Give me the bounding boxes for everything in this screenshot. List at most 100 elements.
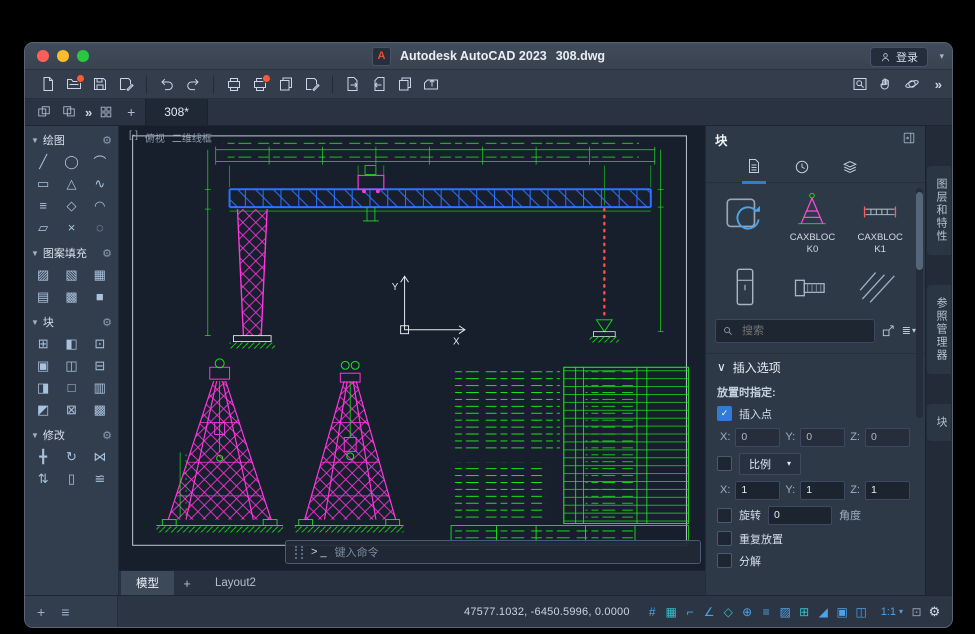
palette-tab-reference-manager[interactable]: 参照管理器 — [927, 285, 951, 374]
tool-boundary[interactable]: ▦ — [86, 264, 114, 285]
publish-button[interactable] — [392, 72, 418, 96]
viewport-controls[interactable]: [-] 俯视 二维线框 — [129, 130, 212, 145]
tool-region[interactable]: ▱ — [29, 217, 57, 238]
layout2-tab[interactable]: Layout2 — [200, 571, 271, 595]
tool-attribute-define[interactable]: □ — [57, 377, 85, 398]
login-button[interactable]: 登录 — [870, 47, 928, 67]
tool-block-editor[interactable]: ⊡ — [86, 333, 114, 354]
open-file-button[interactable] — [61, 72, 87, 96]
save-button[interactable] — [87, 72, 113, 96]
scale-y-field[interactable] — [800, 481, 845, 500]
view-options-icon[interactable]: ≣▾ — [902, 324, 916, 337]
tool-offset[interactable]: ▯ — [57, 468, 85, 489]
new-drawing-tab-button[interactable]: + — [120, 101, 142, 123]
block-item[interactable]: CAXBLOC K1 — [847, 191, 913, 256]
annotation-visibility-toggle[interactable]: ◫ — [853, 605, 870, 619]
polar-tracking-toggle[interactable]: ∠ — [701, 605, 718, 619]
isometric-toggle[interactable]: ◇ — [720, 605, 737, 619]
scale-dropdown[interactable]: 比例 ▾ — [739, 453, 801, 475]
tool-circle[interactable]: ◯ — [57, 151, 85, 172]
tool-attribute-manage[interactable]: ▥ — [86, 377, 114, 398]
command-line-grip[interactable] — [295, 546, 303, 559]
tool-create-block[interactable]: ◧ — [57, 333, 85, 354]
redo-button[interactable] — [180, 72, 206, 96]
find-button[interactable] — [847, 72, 873, 96]
insertion-point-checkbox[interactable]: ✓ — [717, 406, 732, 421]
tool-ellipse[interactable]: ◠ — [86, 195, 114, 216]
block-item[interactable] — [712, 264, 778, 312]
tool-hatch[interactable]: ▨ — [29, 264, 57, 285]
tool-gradient[interactable]: ▧ — [57, 264, 85, 285]
scale-x-field[interactable] — [735, 481, 780, 500]
gear-icon[interactable]: ⚙ — [102, 134, 112, 147]
tool-solid-fill[interactable]: ■ — [86, 286, 114, 307]
tool-pattern[interactable]: ▤ — [29, 286, 57, 307]
tool-crosshatch[interactable]: ▩ — [57, 286, 85, 307]
tool-base-point[interactable]: ◫ — [57, 355, 85, 376]
tool-mirror[interactable]: ⋈ — [86, 446, 114, 467]
viewport-config-icon[interactable] — [33, 101, 55, 123]
tool-arc[interactable]: ⌒ — [86, 151, 114, 172]
tool-attach-xref[interactable]: ⊟ — [86, 355, 114, 376]
draw-section-header[interactable]: ▼ 绘图 ⚙ — [25, 128, 118, 150]
tool-line[interactable]: ╱ — [29, 151, 57, 172]
model-space-canvas[interactable]: Y X — [119, 126, 705, 570]
drawing-file-tab[interactable]: 308* — [145, 99, 208, 125]
gear-icon[interactable]: ⚙ — [102, 247, 112, 260]
ortho-toggle[interactable]: ⌐ — [682, 605, 699, 619]
explode-checkbox[interactable] — [717, 553, 732, 568]
insertion-x-field[interactable] — [735, 428, 780, 447]
tool-spline[interactable]: ∿ — [86, 173, 114, 194]
tool-write-block[interactable]: ▣ — [29, 355, 57, 376]
insertion-y-field[interactable] — [800, 428, 845, 447]
rotation-checkbox[interactable] — [717, 508, 732, 523]
snap-toggle[interactable]: ▦ — [663, 605, 680, 619]
dynamic-ucs-toggle[interactable]: ◢ — [815, 605, 832, 619]
object-snap-toggle[interactable]: ⊕ — [739, 605, 756, 619]
plot-button[interactable] — [247, 72, 273, 96]
hatch-section-header[interactable]: ▼ 图案填充 ⚙ — [25, 241, 118, 263]
dynamic-input-toggle[interactable]: ▣ — [834, 605, 851, 619]
new-file-button[interactable] — [35, 72, 61, 96]
block-item[interactable]: CAXBLOC K0 — [780, 191, 846, 256]
viewport-style-control[interactable]: 二维线框 — [172, 130, 212, 145]
search-input[interactable] — [740, 324, 868, 338]
insertion-z-field[interactable] — [865, 428, 910, 447]
isolate-objects-button[interactable]: ⊡ — [908, 605, 925, 619]
gear-icon[interactable]: ⚙ — [102, 429, 112, 442]
lineweight-toggle[interactable]: ≡ — [758, 605, 775, 619]
gear-icon[interactable]: ⚙ — [102, 316, 112, 329]
tool-multiline[interactable]: ≡ — [29, 195, 57, 216]
block-item[interactable] — [780, 264, 846, 312]
save-as-button[interactable] — [113, 72, 139, 96]
tab-overflow-button[interactable]: » — [85, 105, 92, 120]
selection-cycling-toggle[interactable]: ⊞ — [796, 605, 813, 619]
palette-scrollbar-thumb[interactable] — [916, 192, 923, 270]
auto-hide-icon[interactable] — [902, 131, 916, 148]
toolbar-overflow-button[interactable]: » — [935, 77, 942, 92]
tool-rectangle[interactable]: ▭ — [29, 173, 57, 194]
block-search-box[interactable] — [715, 319, 875, 343]
orbit-button[interactable] — [899, 72, 925, 96]
insert-options-header[interactable]: ∨ 插入选项 — [717, 357, 914, 378]
zoom-window-button[interactable] — [77, 50, 89, 62]
rotation-field[interactable] — [768, 506, 832, 525]
tab-block-libraries[interactable] — [838, 152, 862, 182]
undo-button[interactable] — [154, 72, 180, 96]
titlebar-caret-icon[interactable]: ▾ — [939, 51, 944, 62]
scale-z-field[interactable] — [865, 481, 910, 500]
tool-stretch[interactable]: ⇅ — [29, 468, 57, 489]
tab-current-drawing-blocks[interactable] — [742, 151, 766, 184]
tool-point[interactable]: ◇ — [57, 195, 85, 216]
tool-block-count[interactable]: ◩ — [29, 399, 57, 420]
transparency-toggle[interactable]: ▨ — [777, 605, 794, 619]
current-drawing-block-cell[interactable] — [712, 191, 778, 256]
viewport-view-control[interactable]: 俯视 — [145, 130, 165, 145]
tool-clip-xref[interactable]: ◨ — [29, 377, 57, 398]
batch-plot-button[interactable] — [273, 72, 299, 96]
tool-polygon[interactable]: △ — [57, 173, 85, 194]
insert-block-icon[interactable] — [881, 323, 896, 338]
tool-insert-block[interactable]: ⊞ — [29, 333, 57, 354]
tool-rotate[interactable]: ↻ — [57, 446, 85, 467]
add-layout-button[interactable]: + — [176, 576, 198, 591]
